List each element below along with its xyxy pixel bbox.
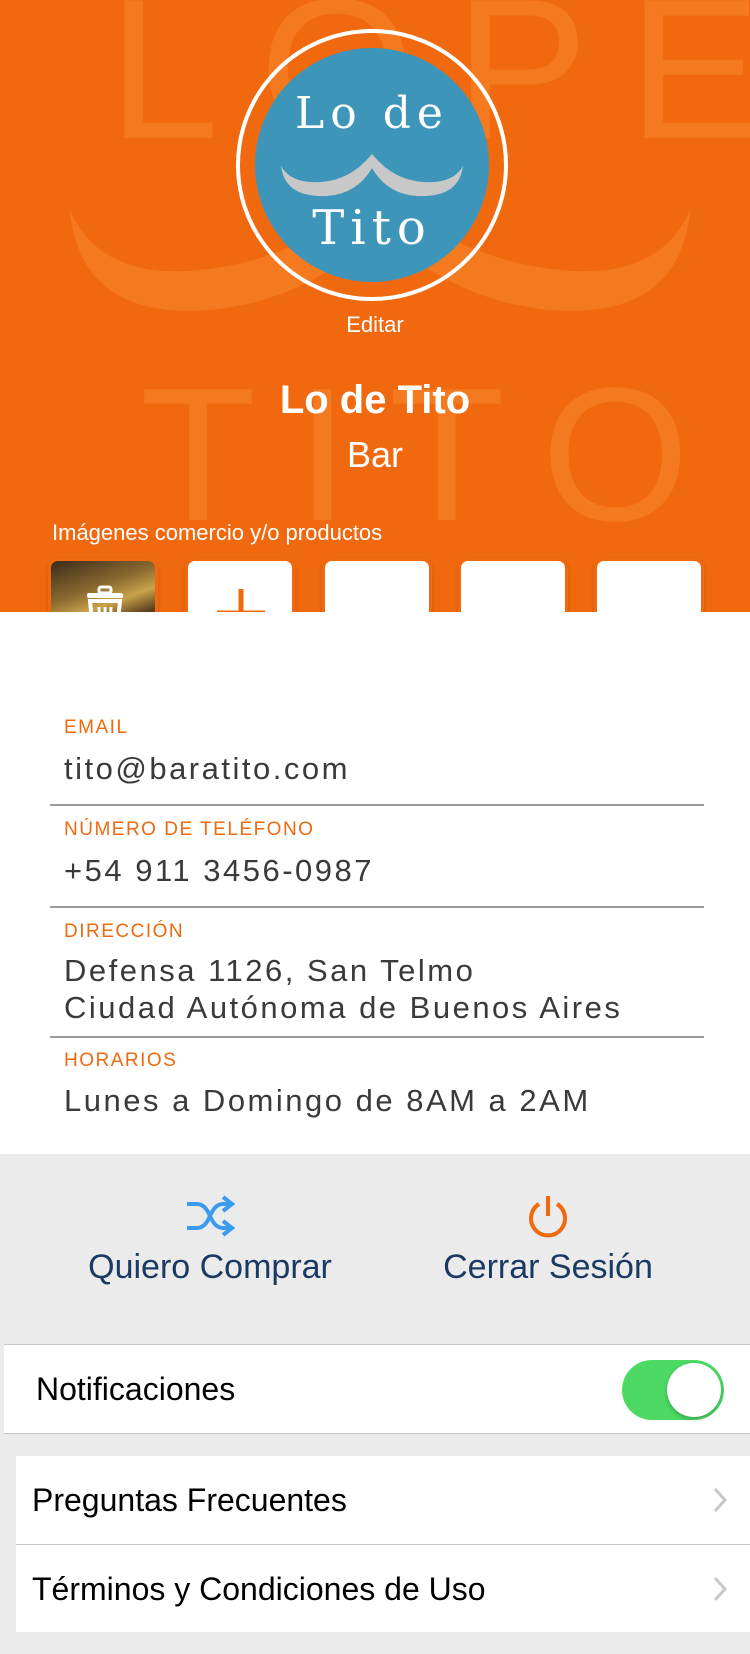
address-line-2[interactable]: Ciudad Autónoma de Buenos Aires (64, 989, 622, 1026)
buy-mode-button[interactable]: Quiero Comprar (50, 1194, 370, 1287)
business-type: Bar (346, 434, 404, 475)
email-field[interactable]: EMAIL tito@baratito.com (50, 612, 704, 806)
menu-item-label: Términos y Condiciones de Uso (32, 1571, 486, 1607)
address-label: DIRECCIÓN (64, 921, 185, 942)
email-value[interactable]: tito@baratito.com (64, 750, 350, 787)
address-field[interactable]: DIRECCIÓN Defensa 1126, San Telmo Ciudad… (50, 908, 704, 1038)
shuffle-icon (187, 1195, 235, 1237)
notifications-label: Notificaciones (36, 1371, 236, 1407)
settings-menu: Preguntas Frecuentes Términos y Condicio… (16, 1456, 750, 1632)
buy-mode-label: Quiero Comprar (88, 1248, 332, 1286)
logout-button[interactable]: Cerrar Sesión (388, 1194, 708, 1287)
toggle-knob (667, 1363, 721, 1417)
notifications-row: Notificaciones (4, 1344, 750, 1434)
profile-header: LOPE TITO Lo de Tito Editar Lo de Tito B… (0, 0, 750, 612)
phone-value[interactable]: +54 911 3456-0987 (64, 852, 374, 889)
logo-text-bottom: Tito (312, 200, 432, 256)
business-name: Lo de Tito (279, 378, 471, 422)
hours-value[interactable]: Lunes a Domingo de 8AM a 2AM (64, 1082, 591, 1119)
images-section-label: Imágenes comercio y/o productos (52, 520, 383, 545)
hours-field[interactable]: HORARIOS Lunes a Domingo de 8AM a 2AM (50, 1038, 704, 1154)
logout-label: Cerrar Sesión (443, 1248, 653, 1286)
chevron-right-icon (713, 1487, 728, 1513)
power-icon (529, 1196, 567, 1238)
phone-field[interactable]: NÚMERO DE TELÉFONO +54 911 3456-0987 (50, 806, 704, 908)
menu-item-terms[interactable]: Términos y Condiciones de Uso (16, 1544, 750, 1632)
email-label: EMAIL (64, 717, 129, 738)
logo-text-top: Lo de (295, 88, 449, 139)
mustache-icon (281, 154, 463, 197)
edit-logo-link[interactable]: Editar (0, 312, 750, 338)
menu-item-label: Preguntas Frecuentes (32, 1482, 347, 1518)
address-line-1[interactable]: Defensa 1126, San Telmo (64, 952, 475, 989)
business-info-form: EMAIL tito@baratito.com NÚMERO DE TELÉFO… (0, 612, 750, 1154)
hours-label: HORARIOS (64, 1050, 178, 1071)
business-logo[interactable]: Lo de Tito (255, 48, 489, 282)
chevron-right-icon (713, 1576, 728, 1602)
notifications-toggle[interactable] (622, 1360, 724, 1420)
phone-label: NÚMERO DE TELÉFONO (64, 819, 315, 840)
action-buttons-area: Quiero Comprar Cerrar Sesión (0, 1154, 750, 1344)
menu-item-faq[interactable]: Preguntas Frecuentes (16, 1456, 750, 1544)
